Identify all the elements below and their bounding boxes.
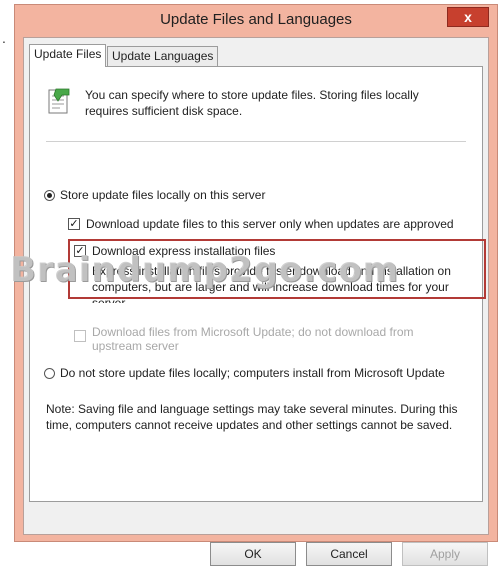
title-bar[interactable]: Update Files and Languages x [15, 5, 497, 35]
close-icon: x [464, 9, 472, 25]
note-text: Note: Saving file and language settings … [46, 402, 458, 432]
tab-update-files[interactable]: Update Files [29, 44, 107, 67]
document-icon [48, 88, 70, 114]
watermark: Braindump2go.com [10, 250, 400, 290]
store-locally-label: Store update files locally on this serve… [60, 188, 266, 202]
leading-dot: . [2, 30, 6, 46]
not-store-label: Do not store update files locally; compu… [60, 366, 445, 380]
approved-only-label: Download update files to this server onl… [86, 217, 454, 231]
not-store-radio[interactable] [44, 368, 55, 379]
separator [46, 141, 466, 142]
store-locally-radio[interactable] [44, 190, 55, 201]
tab-update-languages[interactable]: Update Languages [107, 46, 219, 66]
from-microsoft-checkbox[interactable] [74, 330, 86, 342]
approved-only-checkbox[interactable]: ✓ [68, 218, 80, 230]
close-button[interactable]: x [447, 7, 489, 27]
from-microsoft-label: Download files from Microsoft Update; do… [92, 325, 414, 339]
from-microsoft-label-line2: upstream server [92, 339, 179, 353]
info-text: You can specify where to store update fi… [85, 88, 419, 118]
express-description-tail: server. [92, 296, 129, 303]
dialog-title: Update Files and Languages [160, 11, 352, 28]
